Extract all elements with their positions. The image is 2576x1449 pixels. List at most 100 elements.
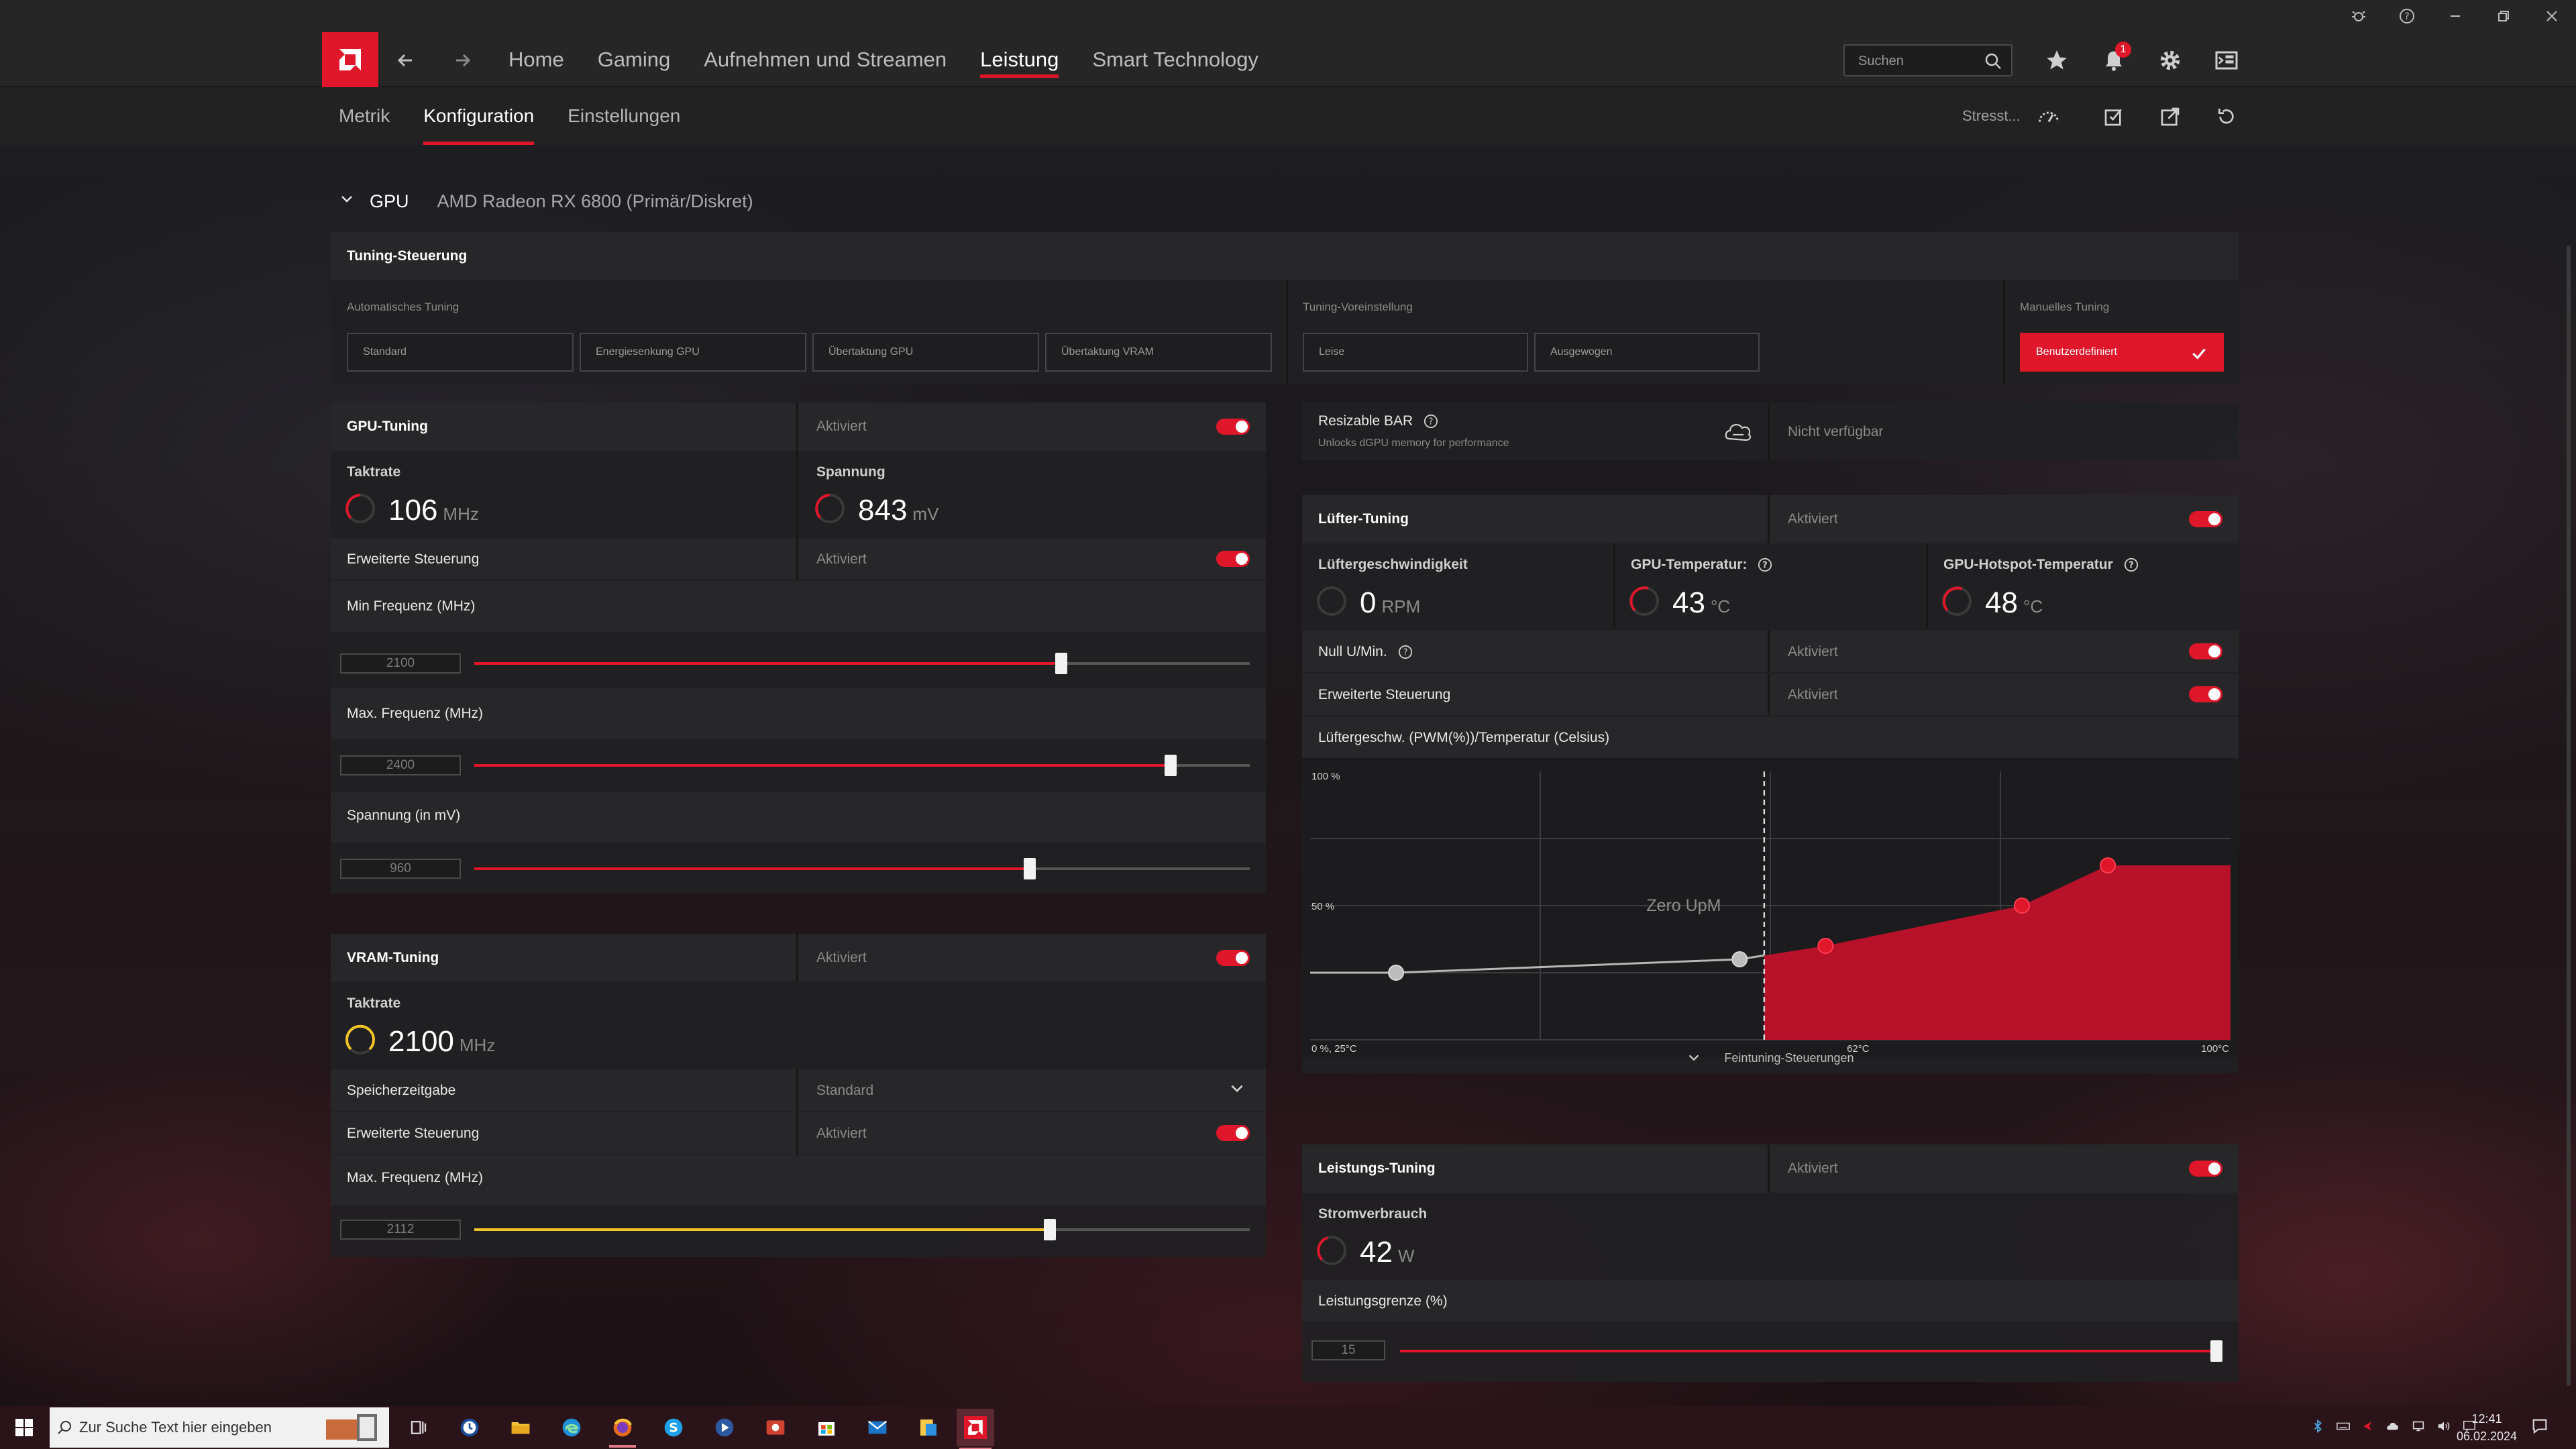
nav-item-home[interactable]: Home	[508, 32, 564, 87]
auto-overclock-gpu-button[interactable]: Übertaktung GPU	[812, 333, 1039, 372]
chevron-down-icon[interactable]	[339, 191, 355, 212]
power-limit-input[interactable]: 15	[1311, 1340, 1385, 1360]
zero-rpm-toggle[interactable]	[2189, 643, 2222, 659]
fan-tuning-panel: Lüfter-Tuning Aktiviert Lüftergeschwindi…	[1302, 495, 2239, 1073]
keyboard-icon[interactable]	[2336, 1419, 2351, 1437]
help-circle-icon: ?	[2124, 558, 2138, 572]
bluetooth-icon[interactable]	[2310, 1419, 2325, 1437]
stress-test-label[interactable]: Stresst...	[1962, 107, 2021, 125]
memory-timing-select[interactable]: Standard	[816, 1083, 873, 1099]
volume-icon[interactable]	[2436, 1419, 2451, 1437]
slider-thumb[interactable]	[1043, 1219, 1056, 1240]
help-circle-icon: ?	[1424, 415, 1438, 429]
notifications-bell-icon[interactable]: 1	[2098, 42, 2131, 76]
slider-fill	[474, 662, 1062, 665]
scrollbar[interactable]	[2567, 246, 2571, 1386]
min-freq-input[interactable]: 2100	[340, 653, 461, 674]
auto-undervolt-button[interactable]: Energiesenkung GPU	[580, 333, 806, 372]
nav-item-smart-technology[interactable]: Smart Technology	[1092, 32, 1258, 87]
overlay-panel-icon[interactable]	[2210, 44, 2243, 76]
reset-icon[interactable]	[2210, 101, 2243, 133]
fan-tuning-toggle[interactable]	[2189, 511, 2222, 527]
slider-thumb[interactable]	[1055, 653, 1068, 674]
mail-icon[interactable]	[861, 1411, 894, 1444]
power-limit-slider[interactable]	[1400, 1340, 2222, 1362]
restore-icon[interactable]	[2479, 0, 2528, 32]
vram-max-freq-slider[interactable]	[474, 1219, 1250, 1240]
search-input[interactable]	[1858, 52, 1979, 70]
resizable-bar-chip-icon	[1723, 419, 1753, 447]
clock-app-icon[interactable]	[453, 1411, 486, 1444]
max-freq-slider[interactable]	[474, 755, 1250, 776]
search-icon[interactable]	[1983, 51, 2003, 71]
gpu-name: AMD Radeon RX 6800 (Primär/Diskret)	[437, 191, 753, 211]
vram-advanced-toggle[interactable]	[1216, 1125, 1250, 1141]
store-icon[interactable]	[810, 1411, 843, 1444]
fan-advanced-toggle[interactable]	[2189, 686, 2222, 702]
tab-configuration[interactable]: Konfiguration	[423, 87, 535, 145]
favorites-star-icon[interactable]	[2041, 44, 2073, 76]
forward-arrow-icon[interactable]	[448, 46, 478, 75]
edge-browser-icon[interactable]	[555, 1411, 588, 1444]
slider-thumb[interactable]	[1023, 858, 1036, 879]
preset-balanced-button[interactable]: Ausgewogen	[1534, 333, 1760, 372]
notification-badge: 1	[2115, 42, 2131, 58]
gpu-advanced-status: Aktiviert	[816, 551, 867, 567]
windows-start-icon[interactable]	[0, 1406, 48, 1449]
settings-gear-icon[interactable]	[2154, 44, 2186, 76]
firefox-icon[interactable]	[606, 1411, 639, 1448]
slider-thumb[interactable]	[1165, 755, 1177, 776]
tuning-control-title: Tuning-Steuerung	[347, 248, 468, 264]
min-freq-slider[interactable]	[474, 653, 1250, 674]
fine-tuning-toggle[interactable]: Feintuning-Steuerungen	[1302, 1042, 2239, 1073]
checkmark-icon	[2190, 334, 2208, 374]
cloud-icon[interactable]	[2385, 1419, 2400, 1437]
vram-tuning-toggle[interactable]	[1216, 950, 1250, 966]
tab-settings[interactable]: Einstellungen	[568, 87, 680, 145]
network-icon[interactable]	[2411, 1419, 2426, 1437]
gpu-tuning-toggle[interactable]	[1216, 419, 1250, 435]
slider-thumb[interactable]	[2210, 1340, 2222, 1362]
tab-metrics[interactable]: Metrik	[339, 87, 390, 145]
gpu-advanced-toggle[interactable]	[1216, 551, 1250, 567]
file-explorer-icon[interactable]	[504, 1411, 537, 1444]
stress-test-gauge-icon[interactable]	[2033, 101, 2065, 133]
vram-max-freq-input[interactable]: 2112	[340, 1220, 461, 1240]
import-profile-icon[interactable]	[2098, 101, 2130, 133]
export-profile-icon[interactable]	[2154, 101, 2186, 133]
notes-app-icon[interactable]	[912, 1411, 945, 1444]
amd-logo-icon[interactable]	[322, 32, 378, 87]
fan-curve-chart[interactable]: 100 % 50 % 0 %, 25°C 62°C 100°C Zero UpM	[1302, 758, 2239, 1057]
power-consumption-label: Stromverbrauch	[1318, 1206, 1428, 1222]
slider-fill	[1400, 1350, 2222, 1352]
voltage-mv-slider[interactable]	[474, 858, 1250, 879]
back-arrow-icon[interactable]	[390, 46, 420, 75]
minimize-icon[interactable]	[2431, 0, 2479, 32]
voltage-mv-input[interactable]: 960	[340, 859, 461, 879]
amd-software-taskbar-icon[interactable]	[957, 1409, 994, 1449]
close-icon[interactable]	[2528, 0, 2576, 32]
power-tuning-toggle[interactable]	[2189, 1161, 2222, 1177]
task-view-icon[interactable]	[402, 1411, 435, 1444]
notification-center-icon[interactable]	[2530, 1417, 2557, 1438]
vram-tuning-title: VRAM-Tuning	[347, 950, 439, 965]
fan-curve-svg[interactable]: 100 %50 %0 %, 25°C 62°C 100°CZero UpM	[1302, 758, 2239, 1057]
preset-quiet-button[interactable]: Leise	[1303, 333, 1528, 372]
taskbar-clock[interactable]: 12:41 06.02.2024	[2450, 1410, 2524, 1445]
manual-custom-button[interactable]: Benutzerdefiniert	[2020, 333, 2224, 372]
nav-item-record-stream[interactable]: Aufnehmen und Streamen	[704, 32, 947, 87]
nav-item-gaming[interactable]: Gaming	[598, 32, 671, 87]
amd-tray-icon[interactable]	[2361, 1419, 2375, 1436]
photo-app-icon[interactable]	[759, 1411, 792, 1444]
taskbar-search[interactable]: Zur Suche Text hier eingeben	[50, 1407, 389, 1448]
chevron-down-icon[interactable]	[1228, 1080, 1246, 1102]
media-player-icon[interactable]	[708, 1411, 741, 1444]
auto-overclock-vram-button[interactable]: Übertaktung VRAM	[1045, 333, 1272, 372]
gpu-selector[interactable]: GPU AMD Radeon RX 6800 (Primär/Diskret)	[339, 186, 753, 216]
max-freq-input[interactable]: 2400	[340, 755, 461, 775]
help-icon[interactable]: ?	[2383, 0, 2431, 32]
nav-item-performance[interactable]: Leistung	[980, 32, 1059, 87]
bug-report-icon[interactable]	[2334, 0, 2383, 32]
auto-standard-button[interactable]: Standard	[347, 333, 574, 372]
skype-icon[interactable]: S	[657, 1411, 690, 1444]
